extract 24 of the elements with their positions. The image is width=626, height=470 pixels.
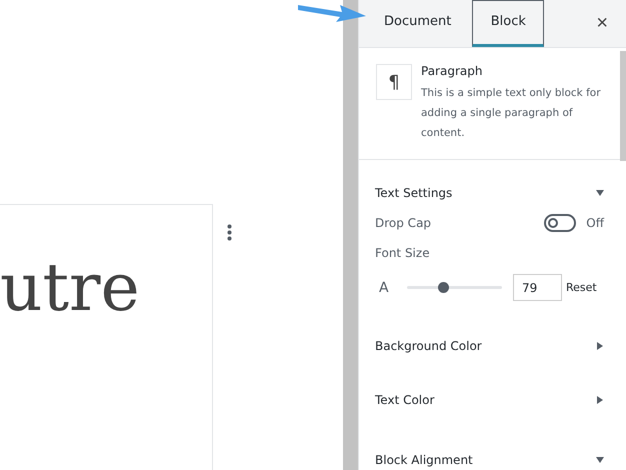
drop-cap-label: Drop Cap (375, 216, 432, 230)
panel-heading[interactable]: Background Color (375, 339, 604, 353)
panel-heading[interactable]: Text Settings (375, 186, 604, 200)
reset-button[interactable]: Reset (566, 281, 597, 294)
sidebar-tab[interactable]: Block (472, 0, 544, 47)
slider-thumb[interactable] (438, 282, 450, 293)
more-options-icon[interactable] (227, 224, 232, 241)
paragraph-text: utre (0, 255, 140, 321)
font-size-label: Font Size (375, 246, 431, 260)
close-button[interactable]: × (596, 12, 608, 35)
toggle-switch[interactable] (544, 214, 576, 232)
font-size-input[interactable]: 79 (513, 274, 562, 301)
toggle-state: Off (586, 216, 604, 230)
block-description: This is a simple text only block for adding a single paragraph of content. (421, 86, 602, 141)
caret-down-icon (596, 189, 604, 197)
block-title: Paragraph (421, 64, 484, 78)
caret-right-icon (596, 396, 604, 404)
caret-down-icon (596, 456, 604, 464)
sidebar-tab[interactable]: Document (371, 0, 464, 47)
panel-heading[interactable]: Block Alignment (375, 453, 604, 467)
font-size-icon: A (375, 280, 407, 296)
paragraph-icon: ¶ (376, 64, 412, 100)
panel-heading[interactable]: Text Color (375, 393, 604, 407)
caret-right-icon (596, 342, 604, 350)
